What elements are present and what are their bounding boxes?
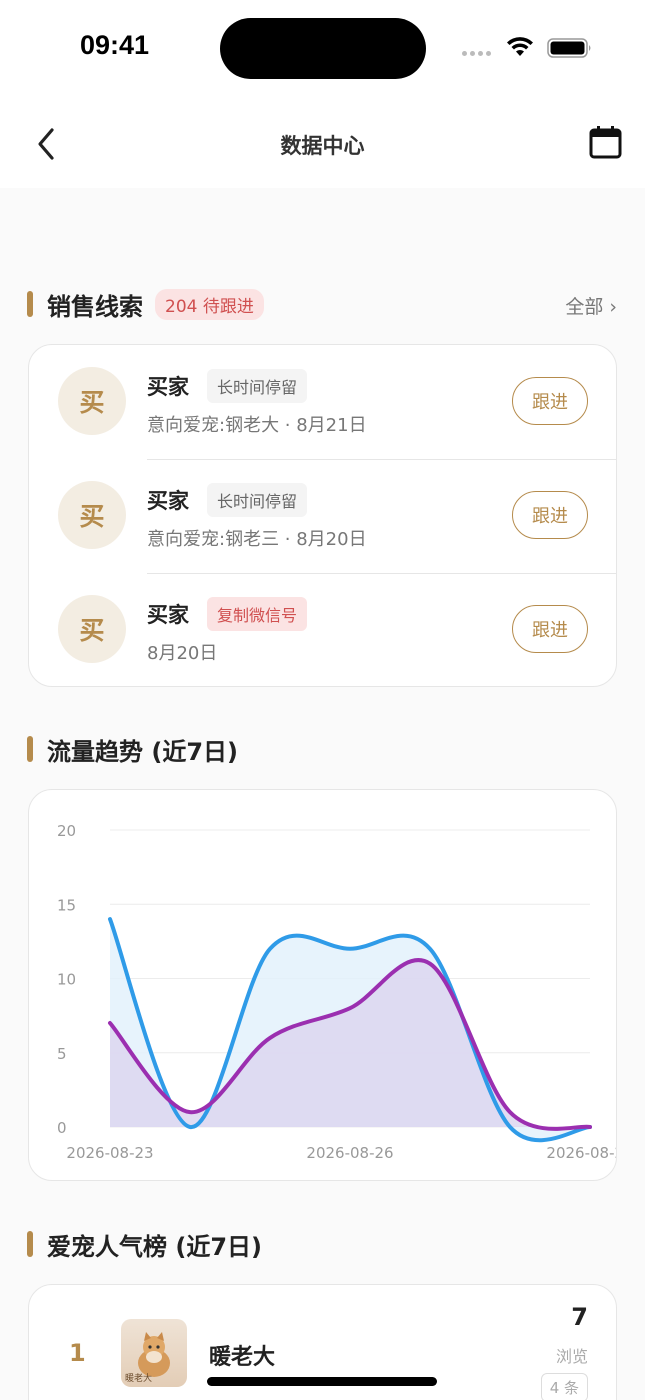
status-bar: 09:41 <box>0 0 645 96</box>
follow-up-button[interactable]: 跟进 <box>512 377 588 425</box>
lead-tag: 长时间停留 <box>207 483 308 517</box>
lead-name: 买家 <box>147 603 189 627</box>
x-tick-label: 2026-08-26 <box>306 1144 393 1162</box>
traffic-header: 流量趋势 (近7日) <box>27 733 238 766</box>
wifi-icon <box>507 37 533 56</box>
lead-detail: 意向爱宠:钢老大 · 8月21日 <box>147 415 367 436</box>
y-tick-label: 5 <box>57 1045 67 1063</box>
y-tick-label: 0 <box>57 1119 67 1137</box>
battery-icon <box>547 38 591 58</box>
lead-tag: 长时间停留 <box>207 369 308 403</box>
page-title: 数据中心 <box>280 134 365 158</box>
x-tick-label: 2026-08-23 <box>66 1144 153 1162</box>
home-indicator <box>207 1377 437 1386</box>
lead-item[interactable]: 买 买家 复制微信号 8月20日 跟进 <box>29 573 616 687</box>
ranking-title: 爱宠人气榜 (近7日) <box>47 1232 262 1261</box>
calendar-icon[interactable] <box>589 126 622 159</box>
traffic-chart-card: 0 5 10 15 20 2026-08-23 2026-08-26 2026-08-29 <box>28 789 634 1181</box>
ranking-header: 爱宠人气榜 (近7日) <box>27 1228 262 1261</box>
buyer-avatar: 买 <box>58 367 126 435</box>
traffic-title: 流量趋势 (近7日) <box>47 737 238 766</box>
pending-count-badge: 204 待跟进 <box>155 288 264 320</box>
sales-leads-header: 销售线索 204 待跟进 <box>27 288 264 321</box>
sales-leads-card: 买 买家 长时间停留 意向爱宠:钢老大 · 8月21日 跟进 买 买家 长时间停… <box>28 344 617 687</box>
buyer-avatar: 买 <box>58 481 126 549</box>
y-tick-label: 10 <box>57 971 76 989</box>
x-tick-label: 2026-08-29 <box>546 1144 616 1162</box>
y-tick-label: 20 <box>57 822 76 840</box>
record-count-badge: 4 条 <box>540 1373 588 1400</box>
follow-up-button[interactable]: 跟进 <box>512 491 588 539</box>
follow-up-button[interactable]: 跟进 <box>512 605 588 653</box>
lead-detail: 8月20日 <box>147 643 218 664</box>
section-accent-bar <box>27 736 33 762</box>
nav-bar: 数据中心 <box>0 96 645 188</box>
lead-detail: 意向爱宠:钢老三 · 8月20日 <box>147 529 367 550</box>
lead-name: 买家 <box>147 375 189 399</box>
cellular-signal-icon <box>462 51 491 56</box>
see-all-link[interactable]: 全部 › <box>565 292 617 319</box>
rank-number: 1 <box>69 1339 86 1367</box>
thumbnail-caption: 暖老大 <box>125 1374 153 1384</box>
status-time: 09:41 <box>80 30 150 60</box>
y-tick-label: 15 <box>57 896 76 914</box>
lead-tag: 复制微信号 <box>207 597 308 631</box>
section-accent-bar <box>27 1231 33 1257</box>
pet-thumbnail: 暖老大 <box>121 1319 187 1387</box>
lead-name: 买家 <box>147 489 189 513</box>
buyer-avatar: 买 <box>58 595 126 663</box>
lead-item[interactable]: 买 买家 长时间停留 意向爱宠:钢老三 · 8月20日 跟进 <box>29 459 616 573</box>
views-value: 7 <box>571 1303 588 1331</box>
lead-item[interactable]: 买 买家 长时间停留 意向爱宠:钢老大 · 8月21日 跟进 <box>29 345 616 459</box>
sales-leads-title: 销售线索 <box>47 292 143 321</box>
section-accent-bar <box>27 291 33 317</box>
views-label: 浏览 <box>555 1347 588 1366</box>
pet-name: 暖老大 <box>209 1345 276 1370</box>
dynamic-island <box>220 18 426 79</box>
traffic-line-chart: 0 5 10 15 20 2026-08-23 2026-08-26 2026-08-29 <box>57 822 634 1162</box>
